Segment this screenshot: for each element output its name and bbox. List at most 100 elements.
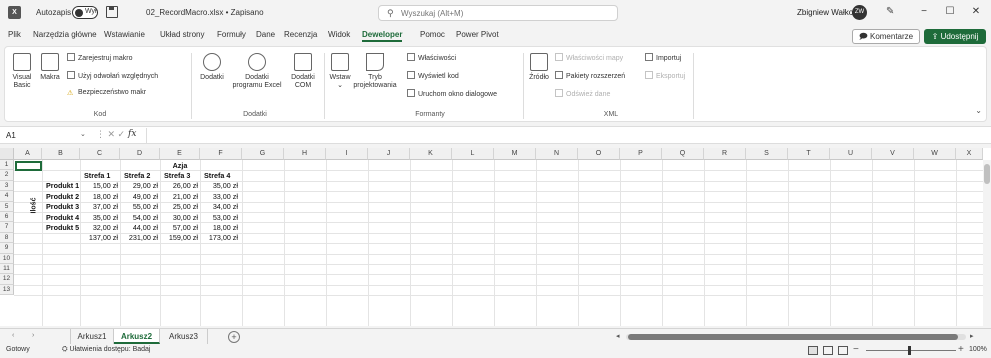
document-title[interactable]: 02_RecordMacro.xlsx • Zapisano <box>146 8 264 17</box>
zoom-in-button[interactable]: + <box>958 344 964 355</box>
properties-button[interactable]: Właściwości <box>407 53 456 62</box>
cell-product-name[interactable]: Produkt 4 <box>46 213 79 223</box>
column-header-n[interactable]: N <box>536 148 578 160</box>
column-header-g[interactable]: G <box>242 148 284 160</box>
cell-value[interactable]: 26,00 zł <box>160 181 198 191</box>
cell-value[interactable]: 57,00 zł <box>160 223 198 233</box>
add-sheet-button[interactable]: + <box>228 331 240 343</box>
tab-uklad-strony[interactable]: Układ strony <box>160 30 204 39</box>
column-header-e[interactable]: E <box>160 148 200 160</box>
sheet-tab-arkusz3[interactable]: Arkusz3 <box>160 329 208 344</box>
record-macro-button[interactable]: Zarejestruj makro <box>67 53 132 62</box>
column-header-f[interactable]: F <box>200 148 242 160</box>
cell-product-name[interactable]: Produkt 3 <box>46 202 79 212</box>
zoom-slider-knob[interactable] <box>908 346 911 355</box>
cell-zone-1[interactable]: Strefa 1 <box>84 171 110 181</box>
row-header-11[interactable]: 11 <box>0 264 14 275</box>
cell-value[interactable]: 18,00 zł <box>80 192 118 202</box>
cell-value[interactable]: 15,00 zł <box>80 181 118 191</box>
excel-addins-button[interactable]: Dodatki programu Excel <box>229 53 285 90</box>
macros-button[interactable]: Makra <box>37 53 63 82</box>
scrollbar-thumb[interactable] <box>984 164 990 184</box>
column-header-u[interactable]: U <box>830 148 872 160</box>
column-header-h[interactable]: H <box>284 148 326 160</box>
cell-value[interactable]: 18,00 zł <box>200 223 238 233</box>
user-name[interactable]: Zbigniew Wałko <box>797 8 853 17</box>
design-mode-button[interactable]: Tryb projektowania <box>349 53 401 90</box>
run-dialog-button[interactable]: Uruchom okno dialogowe <box>407 89 497 98</box>
cell-value[interactable]: 21,00 zł <box>160 192 198 202</box>
column-header-x[interactable]: X <box>956 148 983 160</box>
row-header-3[interactable]: 3 <box>0 180 14 192</box>
cell-value[interactable]: 35,00 zł <box>200 181 238 191</box>
tab-recenzja[interactable]: Recenzja <box>284 30 317 39</box>
chevron-down-icon[interactable]: ⌄ <box>80 130 86 138</box>
cell-value[interactable]: 34,00 zł <box>200 202 238 212</box>
tab-pomoc[interactable]: Pomoc <box>420 30 445 39</box>
page-layout-icon[interactable] <box>823 346 833 355</box>
cell-total[interactable]: 231,00 zł <box>120 233 158 243</box>
zoom-level[interactable]: 100% <box>969 346 987 353</box>
row-header-4[interactable]: 4 <box>0 191 14 202</box>
tab-wstawianie[interactable]: Wstawianie <box>104 30 145 39</box>
minimize-button[interactable]: − <box>912 4 936 20</box>
tab-formuly[interactable]: Formuły <box>217 30 246 39</box>
column-header-j[interactable]: J <box>368 148 410 160</box>
save-icon[interactable] <box>106 6 118 18</box>
comments-button[interactable]: 🗩 Komentarze <box>852 29 920 44</box>
search-input[interactable] <box>401 7 611 19</box>
sheet-tab-arkusz2[interactable]: Arkusz2 <box>114 329 160 344</box>
column-header-r[interactable]: R <box>704 148 746 160</box>
refresh-data-button[interactable]: Odśwież dane <box>555 89 610 98</box>
scrollbar-thumb[interactable] <box>628 334 958 340</box>
row-header-6[interactable]: 6 <box>0 212 14 223</box>
tab-power-pivot[interactable]: Power Pivot <box>456 30 499 39</box>
column-header-i[interactable]: I <box>326 148 368 160</box>
tab-deweloper[interactable]: Deweloper <box>362 30 403 42</box>
cell-value[interactable]: 49,00 zł <box>120 192 158 202</box>
row-header-10[interactable]: 10 <box>0 253 14 264</box>
column-header-b[interactable]: B <box>42 148 80 160</box>
cell-value[interactable]: 44,00 zł <box>120 223 158 233</box>
cell-value[interactable]: 30,00 zł <box>160 213 198 223</box>
column-header-p[interactable]: P <box>620 148 662 160</box>
column-header-t[interactable]: T <box>788 148 830 160</box>
row-header-12[interactable]: 12 <box>0 274 14 285</box>
cell-value[interactable]: 29,00 zł <box>120 181 158 191</box>
xml-source-button[interactable]: Źródło <box>527 53 551 82</box>
cell-total[interactable]: 173,00 zł <box>200 233 238 243</box>
visual-basic-button[interactable]: Visual Basic <box>9 53 35 90</box>
com-addins-button[interactable]: Dodatki COM <box>287 53 319 90</box>
column-header-q[interactable]: Q <box>662 148 704 160</box>
cell-zone-4[interactable]: Strefa 4 <box>204 171 230 181</box>
close-button[interactable]: ✕ <box>964 4 988 20</box>
pen-icon[interactable]: ✎ <box>886 6 894 17</box>
formula-input[interactable] <box>146 128 976 143</box>
column-header-d[interactable]: D <box>120 148 160 160</box>
select-all-corner[interactable] <box>0 148 14 160</box>
column-header-l[interactable]: L <box>452 148 494 160</box>
expansion-packs-button[interactable]: Pakiety rozszerzeń <box>555 71 625 80</box>
cell-value[interactable]: 32,00 zł <box>80 223 118 233</box>
sheet-next-icon[interactable]: › <box>32 332 34 339</box>
tab-widok[interactable]: Widok <box>328 30 350 39</box>
cell-total[interactable]: 159,00 zł <box>160 233 198 243</box>
normal-view-icon[interactable] <box>808 346 818 355</box>
vertical-label-ilosc[interactable]: Ilość <box>31 196 38 216</box>
tab-plik[interactable]: Plik <box>8 30 21 39</box>
relative-references-button[interactable]: Użyj odwołań względnych <box>67 71 158 80</box>
page-break-icon[interactable] <box>838 346 848 355</box>
cell-region-header[interactable]: Azja <box>120 161 240 171</box>
share-button[interactable]: ⇪ Udostępnij <box>924 29 986 44</box>
macro-security-button[interactable]: ⚠ Bezpieczeństwo makr <box>67 89 146 97</box>
cell-value[interactable]: 35,00 zł <box>80 213 118 223</box>
chevron-down-icon[interactable]: ⌄ <box>975 106 982 115</box>
row-header-13[interactable]: 13 <box>0 284 14 296</box>
row-header-5[interactable]: 5 <box>0 201 14 212</box>
zoom-out-button[interactable]: − <box>853 344 859 355</box>
tab-dane[interactable]: Dane <box>256 30 275 39</box>
column-header-w[interactable]: W <box>914 148 956 160</box>
zoom-slider[interactable] <box>866 350 956 351</box>
column-header-k[interactable]: K <box>410 148 452 160</box>
view-code-button[interactable]: Wyświetl kod <box>407 71 459 80</box>
